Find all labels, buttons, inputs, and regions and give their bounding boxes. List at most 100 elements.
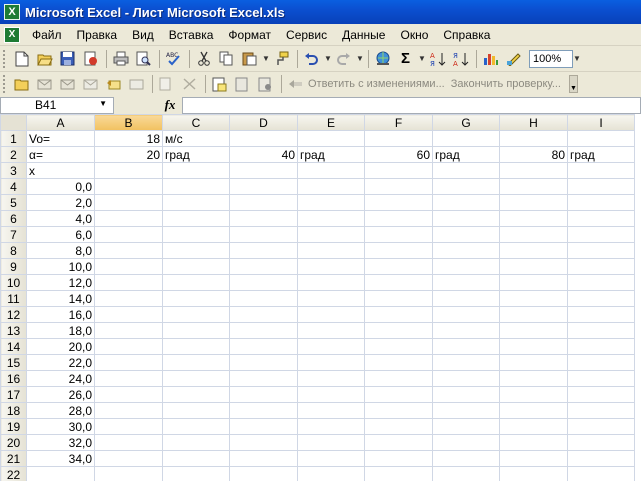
cell-f7[interactable] — [364, 226, 433, 243]
cell-d6[interactable] — [229, 210, 298, 227]
cell-b22[interactable] — [94, 466, 163, 481]
cell-g16[interactable] — [432, 370, 500, 387]
reply-with-changes-icon[interactable] — [285, 74, 306, 94]
row-header[interactable]: 22 — [0, 466, 27, 481]
cell-f1[interactable] — [364, 130, 433, 147]
cell-e13[interactable] — [297, 322, 365, 339]
cell-g21[interactable] — [432, 450, 500, 467]
cell-d14[interactable] — [229, 338, 298, 355]
cell-h4[interactable] — [499, 178, 568, 195]
zoom-select[interactable]: 100% — [529, 49, 573, 68]
cell-i2[interactable]: град — [567, 146, 635, 163]
cell-h16[interactable] — [499, 370, 568, 387]
cell-g6[interactable] — [432, 210, 500, 227]
cell-d15[interactable] — [229, 354, 298, 371]
cell-c17[interactable] — [162, 386, 230, 403]
toolbar-grip[interactable] — [3, 75, 8, 93]
cell-e20[interactable] — [297, 434, 365, 451]
paste-icon[interactable] — [239, 49, 260, 69]
cell-g22[interactable] — [432, 466, 500, 481]
row-header[interactable]: 4 — [0, 178, 27, 195]
cell-a18[interactable]: 28,0 — [26, 402, 95, 419]
cell-a2[interactable]: α= — [26, 146, 95, 163]
cell-c22[interactable] — [162, 466, 230, 481]
mail-recipient-icon[interactable] — [34, 74, 55, 94]
row-header[interactable]: 1 — [0, 130, 27, 147]
cell-e12[interactable] — [297, 306, 365, 323]
cell-h22[interactable] — [499, 466, 568, 481]
cell-g7[interactable] — [432, 226, 500, 243]
cell-e19[interactable] — [297, 418, 365, 435]
cell-h19[interactable] — [499, 418, 568, 435]
cell-i1[interactable] — [567, 130, 635, 147]
cell-f18[interactable] — [364, 402, 433, 419]
cell-h6[interactable] — [499, 210, 568, 227]
print-preview-icon[interactable] — [133, 49, 154, 69]
cell-b12[interactable] — [94, 306, 163, 323]
cell-g9[interactable] — [432, 258, 500, 275]
cell-e21[interactable] — [297, 450, 365, 467]
cell-b2[interactable]: 20 — [94, 146, 163, 163]
cell-e10[interactable] — [297, 274, 365, 291]
cell-i5[interactable] — [567, 194, 635, 211]
cell-c6[interactable] — [162, 210, 230, 227]
column-header-f[interactable]: F — [364, 114, 433, 131]
cell-h13[interactable] — [499, 322, 568, 339]
cell-f19[interactable] — [364, 418, 433, 435]
cell-b6[interactable] — [94, 210, 163, 227]
cell-a9[interactable]: 10,0 — [26, 258, 95, 275]
cell-c20[interactable] — [162, 434, 230, 451]
format-painter-icon[interactable] — [271, 49, 292, 69]
row-header[interactable]: 17 — [0, 386, 27, 403]
cell-h3[interactable] — [499, 162, 568, 179]
cell-a19[interactable]: 30,0 — [26, 418, 95, 435]
cell-i12[interactable] — [567, 306, 635, 323]
cell-c12[interactable] — [162, 306, 230, 323]
column-header-a[interactable]: A — [26, 114, 95, 131]
cell-g3[interactable] — [432, 162, 500, 179]
cell-f16[interactable] — [364, 370, 433, 387]
cell-i8[interactable] — [567, 242, 635, 259]
menu-data[interactable]: Данные — [335, 25, 393, 45]
cell-g10[interactable] — [432, 274, 500, 291]
column-header-d[interactable]: D — [229, 114, 298, 131]
undo-icon[interactable] — [301, 49, 322, 69]
cell-i16[interactable] — [567, 370, 635, 387]
cell-i20[interactable] — [567, 434, 635, 451]
cell-g1[interactable] — [432, 130, 500, 147]
cell-e5[interactable] — [297, 194, 365, 211]
cell-e8[interactable] — [297, 242, 365, 259]
cell-e4[interactable] — [297, 178, 365, 195]
column-header-c[interactable]: C — [162, 114, 230, 131]
select-all-corner[interactable] — [0, 114, 27, 131]
cell-a16[interactable]: 24,0 — [26, 370, 95, 387]
cell-h2[interactable]: 80 — [499, 146, 568, 163]
cell-d8[interactable] — [229, 242, 298, 259]
cell-f14[interactable] — [364, 338, 433, 355]
cell-b18[interactable] — [94, 402, 163, 419]
cell-c3[interactable] — [162, 162, 230, 179]
cell-g2[interactable]: град — [432, 146, 500, 163]
cell-c5[interactable] — [162, 194, 230, 211]
new-icon[interactable] — [11, 49, 32, 69]
row-header[interactable]: 11 — [0, 290, 27, 307]
cell-c1[interactable]: м/с — [162, 130, 230, 147]
zoom-dropdown-icon[interactable]: ▼ — [573, 54, 582, 63]
cell-b14[interactable] — [94, 338, 163, 355]
cell-f13[interactable] — [364, 322, 433, 339]
row-header[interactable]: 20 — [0, 434, 27, 451]
cell-c13[interactable] — [162, 322, 230, 339]
cell-f10[interactable] — [364, 274, 433, 291]
open-icon[interactable] — [34, 49, 55, 69]
cell-b17[interactable] — [94, 386, 163, 403]
workbook-icon[interactable]: X — [4, 26, 20, 43]
cell-c2[interactable]: град — [162, 146, 230, 163]
cell-b21[interactable] — [94, 450, 163, 467]
name-box[interactable]: B41 ▼ — [0, 96, 114, 114]
cell-h5[interactable] — [499, 194, 568, 211]
row-header[interactable]: 16 — [0, 370, 27, 387]
cell-f17[interactable] — [364, 386, 433, 403]
cell-a5[interactable]: 2,0 — [26, 194, 95, 211]
cell-d1[interactable] — [229, 130, 298, 147]
cell-c19[interactable] — [162, 418, 230, 435]
